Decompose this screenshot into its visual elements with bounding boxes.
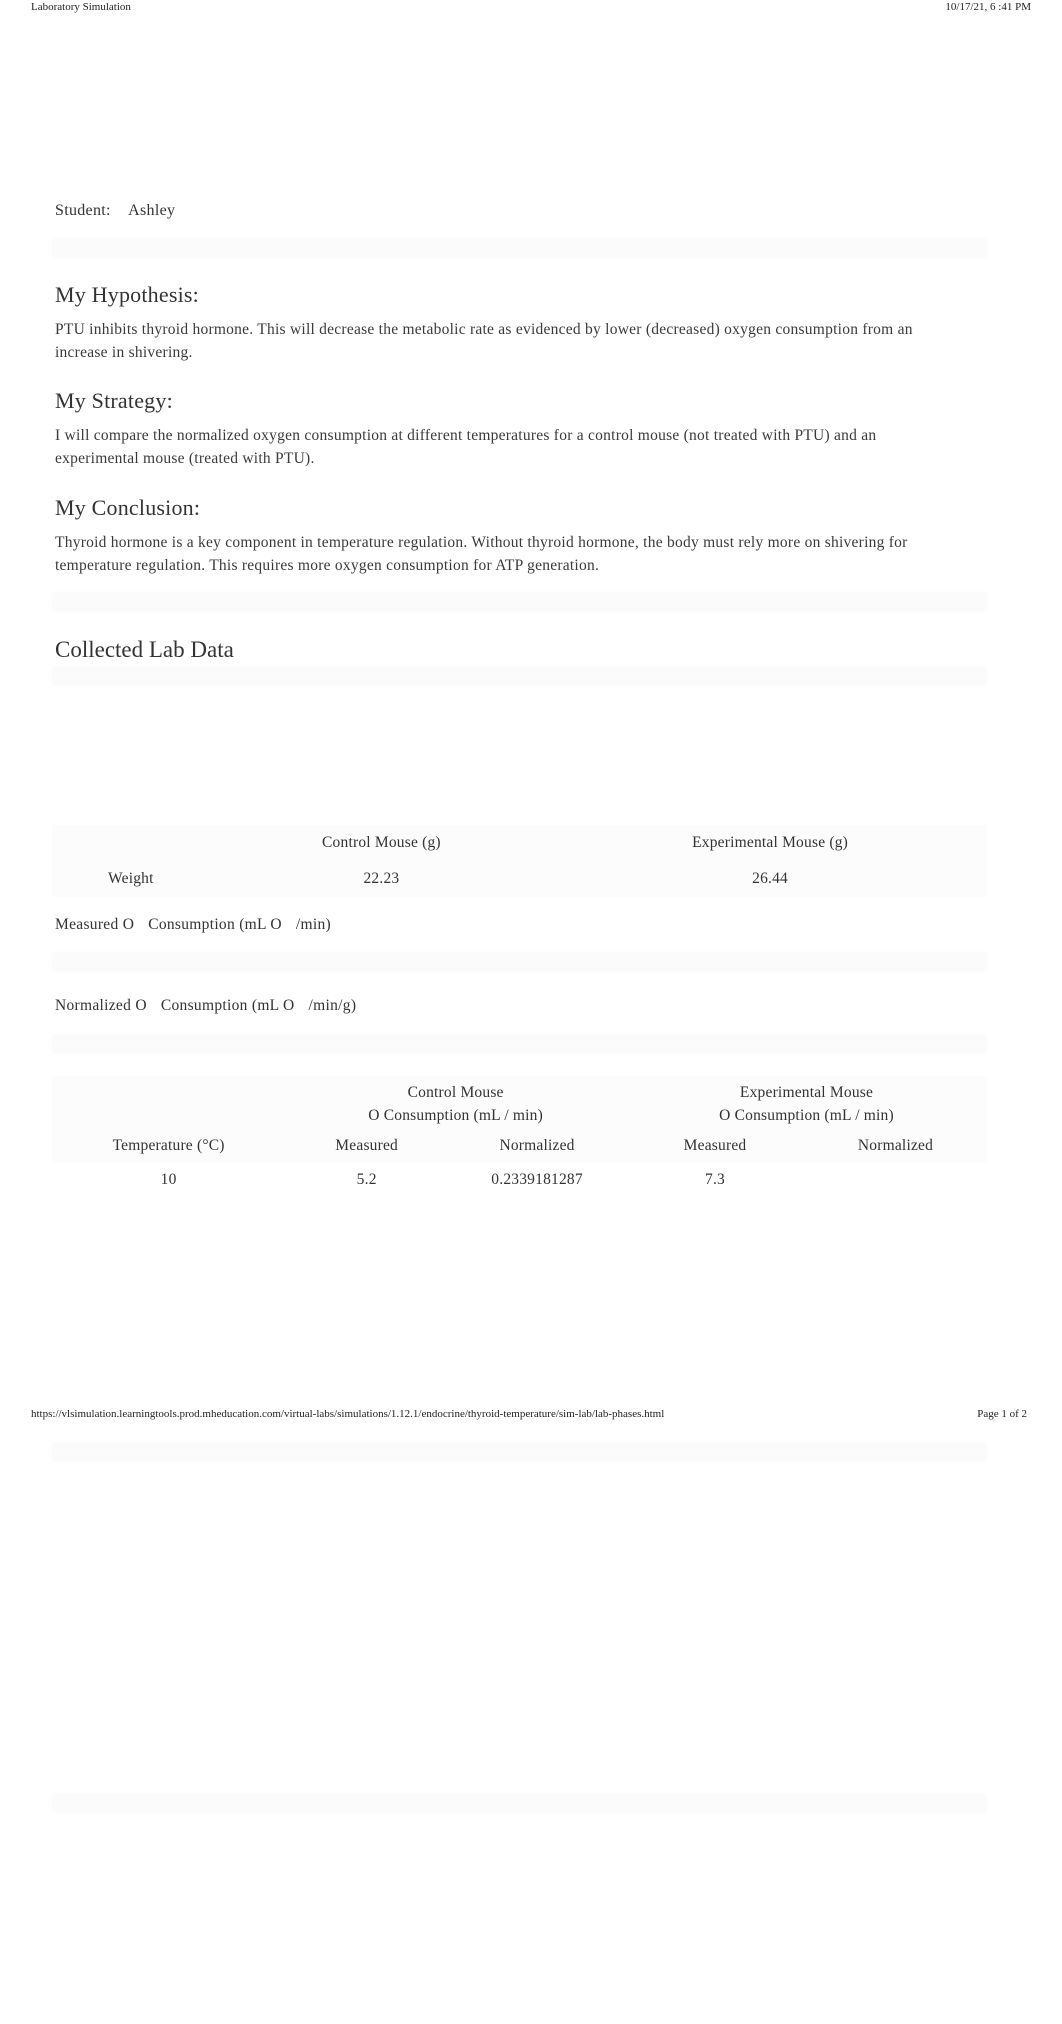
normalized-label-part1: Normalized O xyxy=(55,997,147,1014)
conclusion-title: My Conclusion: xyxy=(55,495,201,520)
weight-header-experimental: Experimental Mouse (g) xyxy=(553,825,987,861)
divider-band xyxy=(52,592,987,612)
normalized-label-part2: Consumption (mL O xyxy=(160,997,295,1014)
o2-group-header-control: Control Mouse O Consumption (mL / min) xyxy=(285,1076,627,1129)
table-row: Weight 22.23 26.44 xyxy=(52,861,987,897)
student-label: Student: xyxy=(55,202,111,219)
header-temperature: Temperature (°C) xyxy=(52,1129,286,1163)
conclusion-body: Thyroid hormone is a key component in te… xyxy=(55,534,908,574)
print-footer-url: https://vlsimulation.learningtools.prod.… xyxy=(31,1408,665,1420)
measured-o2-label: Measured O Consumption (mL O/min) xyxy=(55,916,331,934)
measured-label-part1: Measured O xyxy=(55,916,135,933)
cell-experimental-measured: 7.3 xyxy=(626,1163,804,1197)
weight-control-value: 22.23 xyxy=(209,861,554,897)
print-footer-page: Page 1 of 2 xyxy=(977,1408,1027,1420)
measured-label-part2: Consumption (mL O xyxy=(148,916,282,933)
hypothesis-title: My Hypothesis: xyxy=(55,282,199,307)
o2-group-header-experimental: Experimental Mouse O Consumption (mL / m… xyxy=(626,1076,987,1129)
cell-control-measured: 5.2 xyxy=(285,1163,449,1197)
lab-data-title: Collected Lab Data xyxy=(55,637,234,662)
student-line: Student: Ashley xyxy=(55,202,935,220)
o2-group-header-row: Control Mouse O Consumption (mL / min) E… xyxy=(52,1076,987,1129)
conclusion-section: My Conclusion: Thyroid hormone is a key … xyxy=(55,495,935,577)
cell-temperature: 10 xyxy=(52,1163,286,1197)
weight-table: Control Mouse (g) Experimental Mouse (g)… xyxy=(52,825,987,897)
table-row: 10 5.2 0.2339181287 7.3 xyxy=(52,1163,987,1197)
header-experimental-normalized: Normalized xyxy=(803,1129,987,1163)
divider-band xyxy=(52,1442,987,1462)
cell-control-normalized: 0.2339181287 xyxy=(448,1163,627,1197)
weight-header-control: Control Mouse (g) xyxy=(209,825,554,861)
weight-experimental-value: 26.44 xyxy=(553,861,987,897)
header-control-normalized: Normalized xyxy=(448,1129,627,1163)
hypothesis-section: My Hypothesis: PTU inhibits thyroid horm… xyxy=(55,282,935,364)
divider-band xyxy=(52,238,987,258)
print-footer: https://vlsimulation.learningtools.prod.… xyxy=(31,1408,1027,1420)
print-header-title: Laboratory Simulation xyxy=(31,1,131,13)
measured-label-part3: /min) xyxy=(295,916,331,933)
experimental-group-subtitle: O Consumption (mL / min) xyxy=(719,1107,894,1124)
divider-band xyxy=(52,666,987,686)
strategy-title: My Strategy: xyxy=(55,388,173,413)
o2-sub-header-row: Temperature (°C) Measured Normalized Mea… xyxy=(52,1129,987,1163)
strategy-body: I will compare the normalized oxygen con… xyxy=(55,427,877,467)
experimental-group-title: Experimental Mouse xyxy=(739,1084,874,1101)
divider-band xyxy=(52,1034,987,1054)
weight-table-header-row: Control Mouse (g) Experimental Mouse (g) xyxy=(52,825,987,861)
divider-band xyxy=(52,1793,987,1813)
control-group-title: Control Mouse xyxy=(407,1084,504,1101)
cell-experimental-normalized xyxy=(803,1163,987,1197)
normalized-o2-label: Normalized O Consumption (mL O/min/g) xyxy=(55,997,356,1015)
divider-band xyxy=(52,952,987,972)
print-header: Laboratory Simulation 10/17/21, 6 :41 PM xyxy=(31,1,1031,13)
weight-header-empty xyxy=(52,825,210,861)
strategy-section: My Strategy: I will compare the normaliz… xyxy=(55,388,935,470)
normalized-label-part3: /min/g) xyxy=(308,997,357,1014)
o2-group-header-empty xyxy=(52,1076,286,1129)
control-group-subtitle: O Consumption (mL / min) xyxy=(368,1107,543,1124)
weight-row-label: Weight xyxy=(52,861,210,897)
hypothesis-body: PTU inhibits thyroid hormone. This will … xyxy=(55,321,913,361)
student-name: Ashley xyxy=(128,202,176,219)
o2-consumption-table: Control Mouse O Consumption (mL / min) E… xyxy=(52,1076,987,1197)
header-control-measured: Measured xyxy=(285,1129,449,1163)
header-experimental-measured: Measured xyxy=(626,1129,804,1163)
print-header-timestamp: 10/17/21, 6 :41 PM xyxy=(945,1,1031,13)
